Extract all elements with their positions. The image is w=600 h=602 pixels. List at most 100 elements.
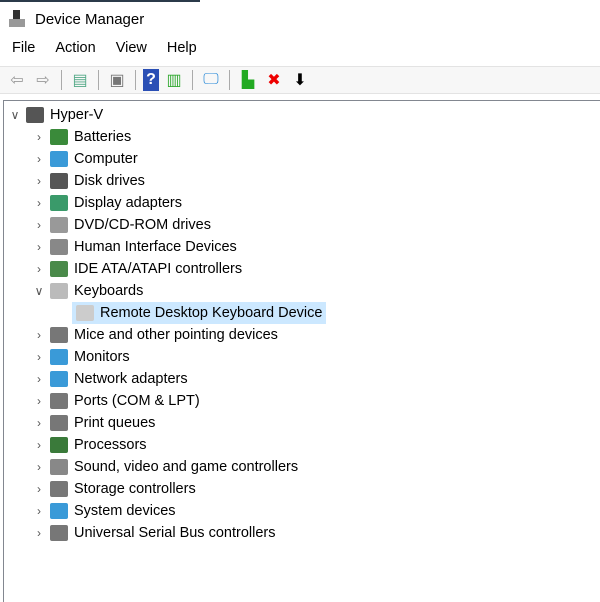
device-category-icon <box>50 371 68 387</box>
tree-item-label: Keyboards <box>74 283 144 299</box>
chevron-right-icon[interactable]: › <box>32 460 46 474</box>
toolbar: ⇦ ⇨ ▤ ▣? ▥ 🖵 ▙ ✖ ⬇ <box>0 66 600 94</box>
device-category-icon <box>76 305 94 321</box>
toolbar-separator <box>135 70 136 90</box>
tree-item-category[interactable]: › Disk drives <box>32 170 149 192</box>
toolbar-separator <box>229 70 230 90</box>
help-icon[interactable]: ? <box>143 69 159 91</box>
menu-help[interactable]: Help <box>155 40 205 56</box>
tree-item-category[interactable]: › Processors <box>32 434 151 456</box>
device-category-icon <box>50 283 68 299</box>
tree-item-label: Print queues <box>74 415 156 431</box>
tree-item-category[interactable]: › Computer <box>32 148 142 170</box>
tree-item-label: Disk drives <box>74 173 145 189</box>
tree-item-label: Computer <box>74 151 138 167</box>
show-action-pane-icon[interactable]: ▥ <box>163 69 185 91</box>
chevron-right-icon[interactable]: › <box>32 482 46 496</box>
chevron-right-icon[interactable]: › <box>32 152 46 166</box>
device-tree[interactable]: ∨ Hyper-V › Batteries › Computer › Disk drives ›… <box>3 100 600 602</box>
tree-item-category[interactable]: › Mice and other pointing devices <box>32 324 282 346</box>
chevron-right-icon[interactable]: › <box>32 174 46 188</box>
chevron-right-icon[interactable]: › <box>32 262 46 276</box>
tree-item-category[interactable]: › System devices <box>32 500 180 522</box>
tree-item-label: Display adapters <box>74 195 182 211</box>
chevron-right-icon[interactable]: › <box>32 438 46 452</box>
chevron-right-icon[interactable]: › <box>32 350 46 364</box>
tree-item-category[interactable]: › Ports (COM & LPT) <box>32 390 204 412</box>
tree-item-label: Mice and other pointing devices <box>74 327 278 343</box>
back-icon[interactable]: ⇦ <box>6 69 28 91</box>
tree-item-label: IDE ATA/ATAPI controllers <box>74 261 243 277</box>
update-driver-icon[interactable]: ▙ <box>237 69 259 91</box>
tree-item-label: DVD/CD-ROM drives <box>74 217 211 233</box>
device-category-icon <box>50 437 68 453</box>
properties-icon[interactable]: ▣ <box>106 69 128 91</box>
menu-bar: File Action View Help <box>0 40 205 56</box>
chevron-right-icon[interactable]: › <box>32 196 46 210</box>
menu-action[interactable]: Action <box>43 40 103 56</box>
device-category-icon <box>26 107 44 123</box>
toolbar-separator <box>61 70 62 90</box>
chevron-down-icon[interactable]: ∨ <box>32 284 46 298</box>
device-manager-icon <box>8 10 26 28</box>
tree-item-category[interactable]: › Display adapters <box>32 192 186 214</box>
tree-item-category[interactable]: › Print queues <box>32 412 159 434</box>
title-bar: Device Manager <box>8 6 144 32</box>
chevron-right-icon[interactable]: › <box>32 372 46 386</box>
device-category-icon <box>50 459 68 475</box>
device-category-icon <box>50 239 68 255</box>
device-category-icon <box>50 481 68 497</box>
window-top-border <box>0 0 200 2</box>
forward-icon[interactable]: ⇨ <box>32 69 54 91</box>
chevron-right-icon[interactable]: › <box>32 240 46 254</box>
tree-item-category[interactable]: › Universal Serial Bus controllers <box>32 522 279 544</box>
device-category-icon <box>50 261 68 277</box>
tree-item-label: Remote Desktop Keyboard Device <box>100 305 323 321</box>
device-category-icon <box>50 195 68 211</box>
tree-item-category[interactable]: › Batteries <box>32 126 135 148</box>
tree-item-category[interactable]: › DVD/CD-ROM drives <box>32 214 215 236</box>
device-category-icon <box>50 349 68 365</box>
tree-item-category[interactable]: › Sound, video and game controllers <box>32 456 302 478</box>
tree-item-label: Processors <box>74 437 147 453</box>
tree-item-label: Network adapters <box>74 371 188 387</box>
chevron-right-icon[interactable]: › <box>32 328 46 342</box>
chevron-right-icon[interactable]: › <box>32 526 46 540</box>
device-category-icon <box>50 173 68 189</box>
tree-item-category[interactable]: ∨ Keyboards <box>32 280 147 302</box>
window-title: Device Manager <box>35 10 145 28</box>
scan-hardware-icon[interactable]: 🖵 <box>200 69 222 91</box>
tree-item-category[interactable]: › Human Interface Devices <box>32 236 241 258</box>
disable-device-icon[interactable]: ⬇ <box>289 69 311 91</box>
chevron-right-icon[interactable]: › <box>32 504 46 518</box>
tree-item-label: Sound, video and game controllers <box>74 459 299 475</box>
tree-item-label: Batteries <box>74 129 132 145</box>
chevron-right-icon[interactable]: › <box>32 218 46 232</box>
tree-item-category[interactable]: › Storage controllers <box>32 478 200 500</box>
tree-item-label: Monitors <box>74 349 130 365</box>
device-category-icon <box>50 217 68 233</box>
tree-item-category[interactable]: › IDE ATA/ATAPI controllers <box>32 258 246 280</box>
tree-root-hyper-v[interactable]: ∨ Hyper-V <box>8 104 107 126</box>
chevron-down-icon[interactable]: ∨ <box>8 108 22 122</box>
menu-file[interactable]: File <box>0 40 43 56</box>
device-category-icon <box>50 415 68 431</box>
device-category-icon <box>50 525 68 541</box>
toolbar-separator <box>98 70 99 90</box>
chevron-right-icon[interactable]: › <box>32 416 46 430</box>
menu-view[interactable]: View <box>104 40 155 56</box>
chevron-right-icon[interactable]: › <box>32 394 46 408</box>
tree-item-category[interactable]: › Network adapters <box>32 368 192 390</box>
toolbar-separator <box>192 70 193 90</box>
tree-item-device[interactable]: Remote Desktop Keyboard Device <box>72 302 327 324</box>
device-category-icon <box>50 129 68 145</box>
device-category-icon <box>50 327 68 343</box>
tree-item-label: Ports (COM & LPT) <box>74 393 200 409</box>
show-hide-console-tree-icon[interactable]: ▤ <box>69 69 91 91</box>
chevron-right-icon[interactable]: › <box>32 130 46 144</box>
uninstall-icon[interactable]: ✖ <box>263 69 285 91</box>
tree-item-label: System devices <box>74 503 176 519</box>
device-category-icon <box>50 151 68 167</box>
device-category-icon <box>50 393 68 409</box>
tree-item-category[interactable]: › Monitors <box>32 346 134 368</box>
